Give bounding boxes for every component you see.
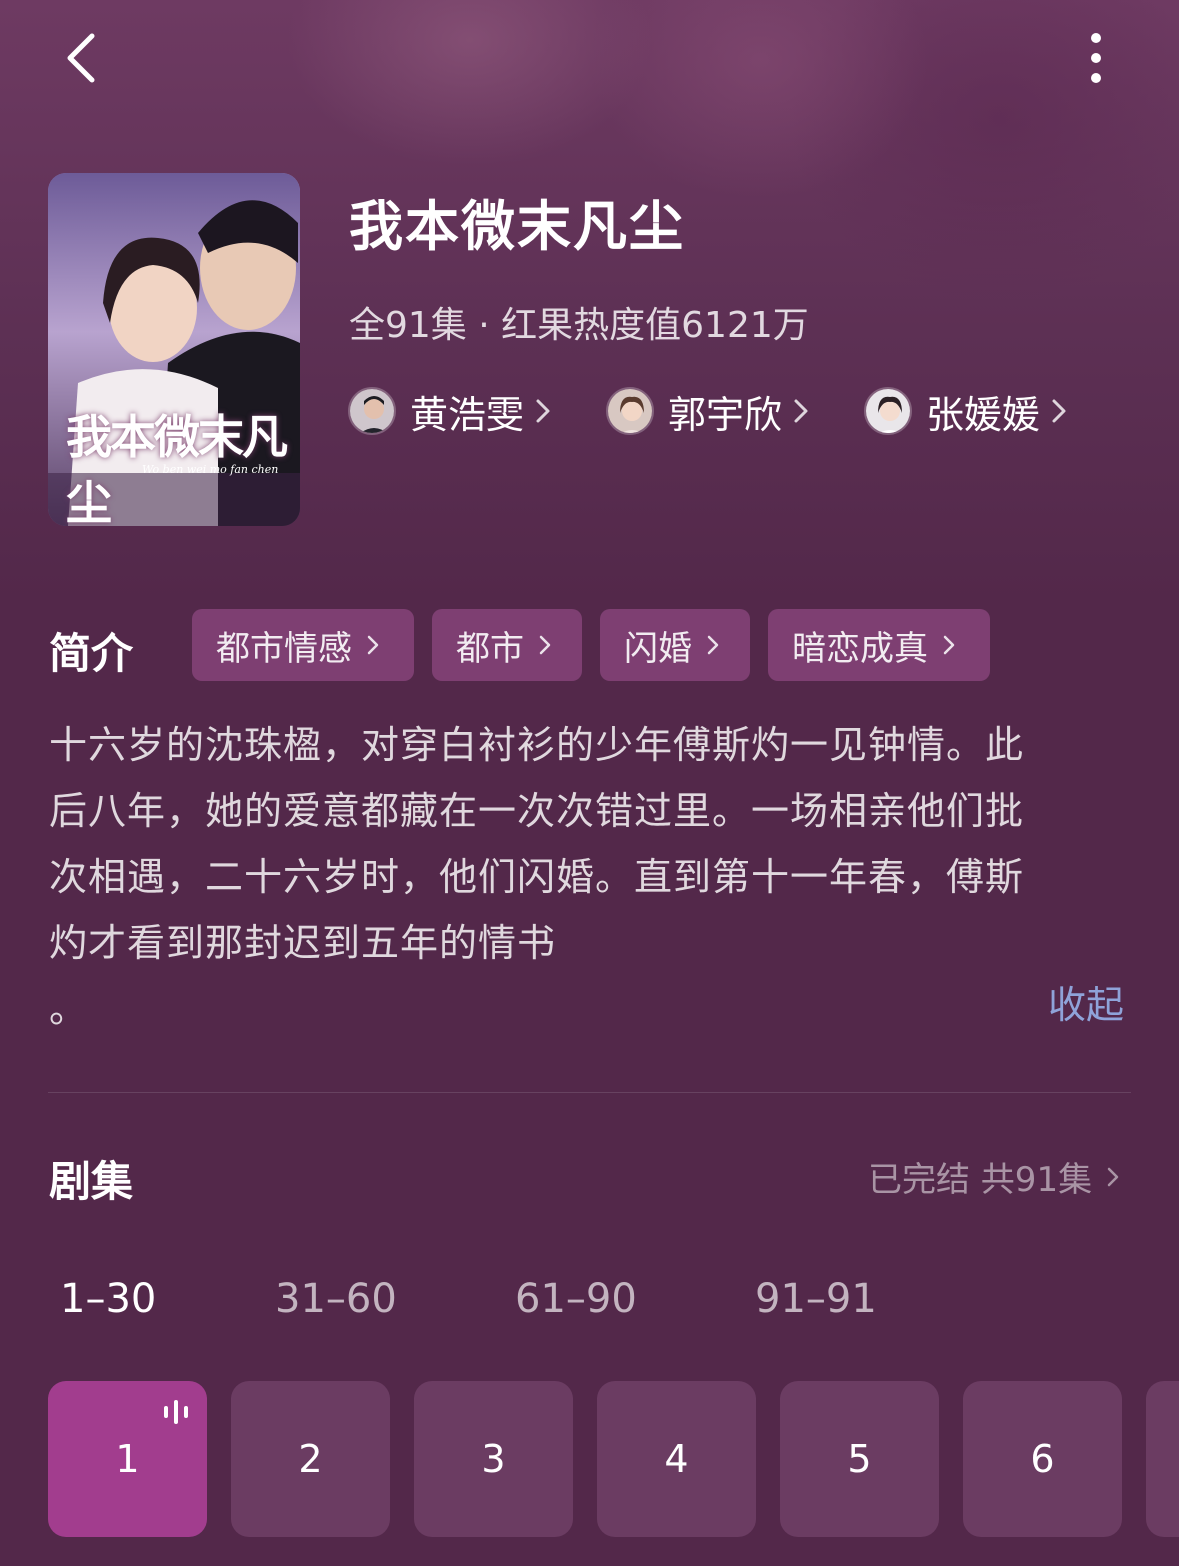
- chevron-right-icon: [707, 635, 719, 655]
- synopsis-line: 。: [49, 987, 89, 1031]
- range-tab-61-90[interactable]: 61–90: [515, 1276, 637, 1322]
- synopsis-line: 次相遇，二十六岁时，他们闪婚。直到第十一年春，傅斯: [49, 855, 1025, 899]
- episodes-status-link[interactable]: 已完结 共91集: [868, 1152, 1120, 1201]
- synopsis-line: 后八年，她的爱意都藏在一次次错过里。一场相亲他们批: [49, 789, 1025, 833]
- range-tab-1-30[interactable]: 1–30: [60, 1276, 156, 1322]
- avatar: [348, 387, 396, 435]
- synopsis-line: 十六岁的沈珠楹，对穿白衬衫的少年傅斯灼一见钟情。此: [49, 723, 1025, 767]
- episode-number: 3: [481, 1437, 506, 1481]
- episode-button-partial[interactable]: [1146, 1381, 1179, 1537]
- episode-button-5[interactable]: 5: [780, 1381, 939, 1537]
- avatar: [864, 387, 912, 435]
- chevron-left-icon: [67, 33, 95, 83]
- episode-button-6[interactable]: 6: [963, 1381, 1122, 1537]
- cast-member-2[interactable]: 郭宇欣: [606, 386, 810, 437]
- tag-label: 暗恋成真: [792, 628, 928, 669]
- range-tab-31-60[interactable]: 31–60: [275, 1276, 397, 1322]
- tag-urban[interactable]: 都市: [432, 609, 582, 681]
- poster-subtitle: Wo ben wei mo fan chen: [142, 463, 279, 476]
- intro-title: 简介: [49, 629, 134, 678]
- drama-poster[interactable]: 我本微末凡尘 Wo ben wei mo fan chen: [48, 173, 300, 526]
- tag-secret-love[interactable]: 暗恋成真: [768, 609, 990, 681]
- cast-name: 张媛媛: [926, 392, 1041, 437]
- cast-name: 黄浩雯: [410, 392, 525, 437]
- tag-label: 都市: [456, 628, 524, 669]
- more-button[interactable]: [1074, 28, 1118, 92]
- divider: [48, 1092, 1131, 1093]
- episode-button-1[interactable]: 1: [48, 1381, 207, 1537]
- cast-name: 郭宇欣: [668, 392, 783, 437]
- episode-number: 5: [847, 1437, 872, 1481]
- tag-urban-romance[interactable]: 都市情感: [192, 609, 414, 681]
- collapse-button[interactable]: 收起: [1048, 974, 1124, 1029]
- chevron-right-icon: [539, 635, 551, 655]
- episode-button-4[interactable]: 4: [597, 1381, 756, 1537]
- back-button[interactable]: [56, 28, 112, 88]
- episode-number: 4: [664, 1437, 689, 1481]
- synopsis: 十六岁的沈珠楹，对穿白衬衫的少年傅斯灼一见钟情。此 后八年，她的爱意都藏在一次次…: [49, 712, 1109, 1042]
- episodes-status: 已完结 共91集: [868, 1160, 1093, 1200]
- more-vertical-icon: [1091, 33, 1101, 83]
- episode-number: 2: [298, 1437, 323, 1481]
- range-tab-91-91[interactable]: 91–91: [755, 1276, 877, 1322]
- cast-member-3[interactable]: 张媛媛: [864, 386, 1068, 437]
- episodes-title: 剧集: [49, 1157, 134, 1206]
- chevron-right-icon: [794, 399, 808, 423]
- tag-label: 闪婚: [624, 628, 692, 669]
- episode-button-3[interactable]: 3: [414, 1381, 573, 1537]
- chevron-right-icon: [1052, 399, 1066, 423]
- chevron-right-icon: [1107, 1167, 1119, 1186]
- cast-member-1[interactable]: 黄浩雯: [348, 386, 552, 437]
- episode-button-2[interactable]: 2: [231, 1381, 390, 1537]
- chevron-right-icon: [943, 635, 955, 655]
- tag-flash-marriage[interactable]: 闪婚: [600, 609, 750, 681]
- audio-bars-icon: [164, 1400, 188, 1424]
- episode-number: 6: [1030, 1437, 1055, 1481]
- avatar: [606, 387, 654, 435]
- synopsis-line: 灼才看到那封迟到五年的情书: [49, 921, 557, 965]
- tag-label: 都市情感: [216, 628, 352, 669]
- episode-number: 1: [115, 1437, 140, 1481]
- drama-meta: 全91集 · 红果热度值6121万: [349, 305, 809, 346]
- chevron-right-icon: [536, 399, 550, 423]
- drama-title: 我本微末凡尘: [349, 195, 685, 258]
- chevron-right-icon: [367, 635, 379, 655]
